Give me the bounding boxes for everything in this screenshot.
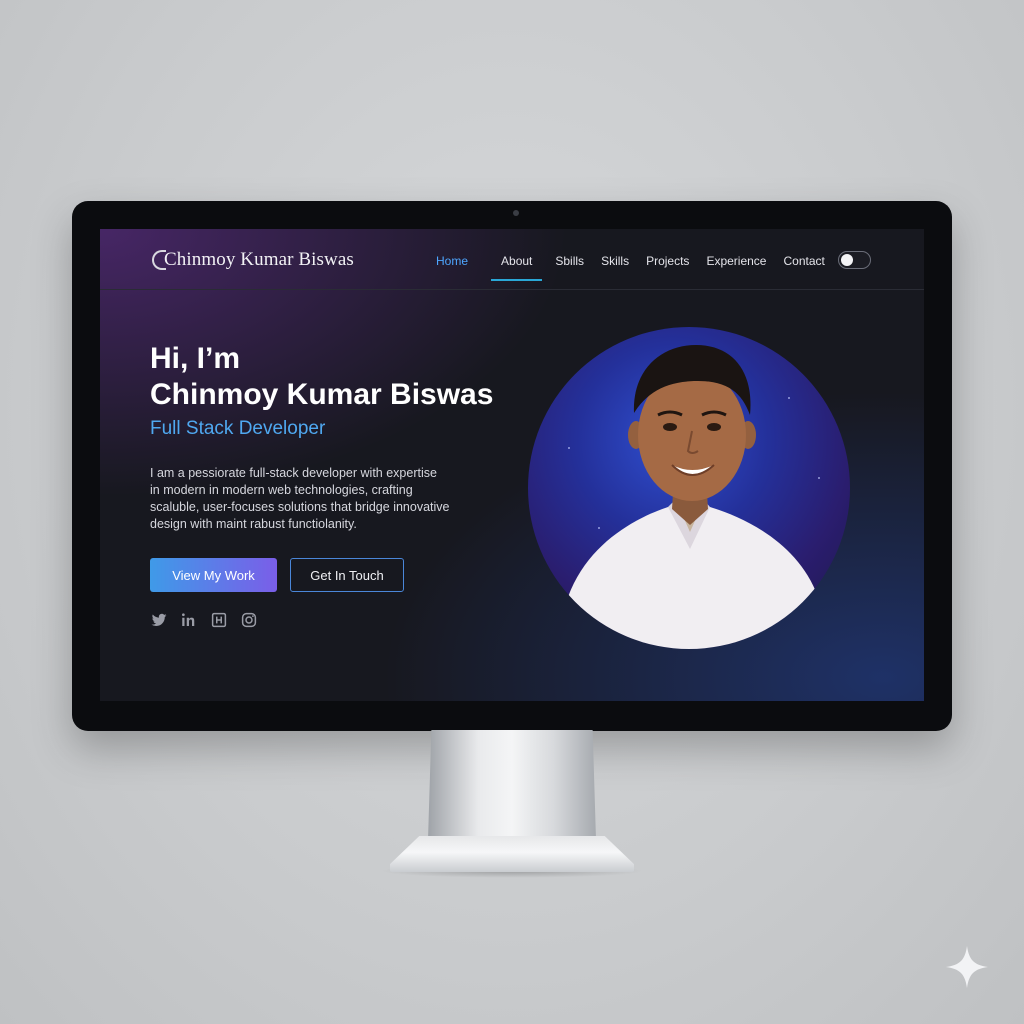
nav-sbills[interactable]: Sbills	[555, 254, 584, 268]
theme-toggle[interactable]	[838, 251, 871, 269]
website-screen: Chinmoy Kumar Biswas Home About Sbills S…	[100, 229, 924, 701]
nav-projects[interactable]: Projects	[646, 254, 689, 268]
linkedin-icon[interactable]	[180, 611, 198, 629]
nav-experience[interactable]: Experience	[706, 254, 766, 268]
hero-role: Full Stack Developer	[150, 418, 326, 439]
profile-photo	[528, 327, 850, 649]
get-in-touch-button[interactable]: Get In Touch	[290, 558, 404, 592]
monitor-stand-neck	[428, 730, 596, 840]
desktop-scene: Chinmoy Kumar Biswas Home About Sbills S…	[0, 0, 1024, 1024]
twitter-icon[interactable]	[150, 611, 168, 629]
person-portrait-illustration	[558, 345, 828, 649]
hero-name: Chinmoy Kumar Biswas	[150, 378, 494, 411]
nav-home[interactable]: Home	[436, 254, 468, 268]
theme-toggle-knob	[841, 254, 853, 266]
sparkle-watermark-icon	[946, 946, 988, 988]
monitor-stand-base	[390, 836, 634, 872]
webcam-dot	[513, 210, 519, 216]
nav-contact[interactable]: Contact	[783, 254, 824, 268]
logo-crescent-icon	[152, 250, 166, 270]
navbar: Chinmoy Kumar Biswas Home About Sbills S…	[100, 229, 924, 290]
view-my-work-button[interactable]: View My Work	[150, 558, 277, 592]
nav-links: Home About Sbills Skills Projects Experi…	[436, 252, 825, 281]
instagram-icon[interactable]	[240, 611, 258, 629]
logo-text: Chinmoy Kumar Biswas	[164, 249, 354, 270]
nav-skills[interactable]: Skills	[601, 254, 629, 268]
hero-description: I am a pessiorate full-stack developer w…	[150, 466, 450, 531]
hackerrank-icon[interactable]	[210, 611, 228, 629]
nav-about[interactable]: About	[490, 254, 543, 281]
hero-greeting: Hi, I’m	[150, 342, 241, 375]
site-logo[interactable]: Chinmoy Kumar Biswas	[150, 247, 354, 273]
social-links	[150, 611, 258, 629]
